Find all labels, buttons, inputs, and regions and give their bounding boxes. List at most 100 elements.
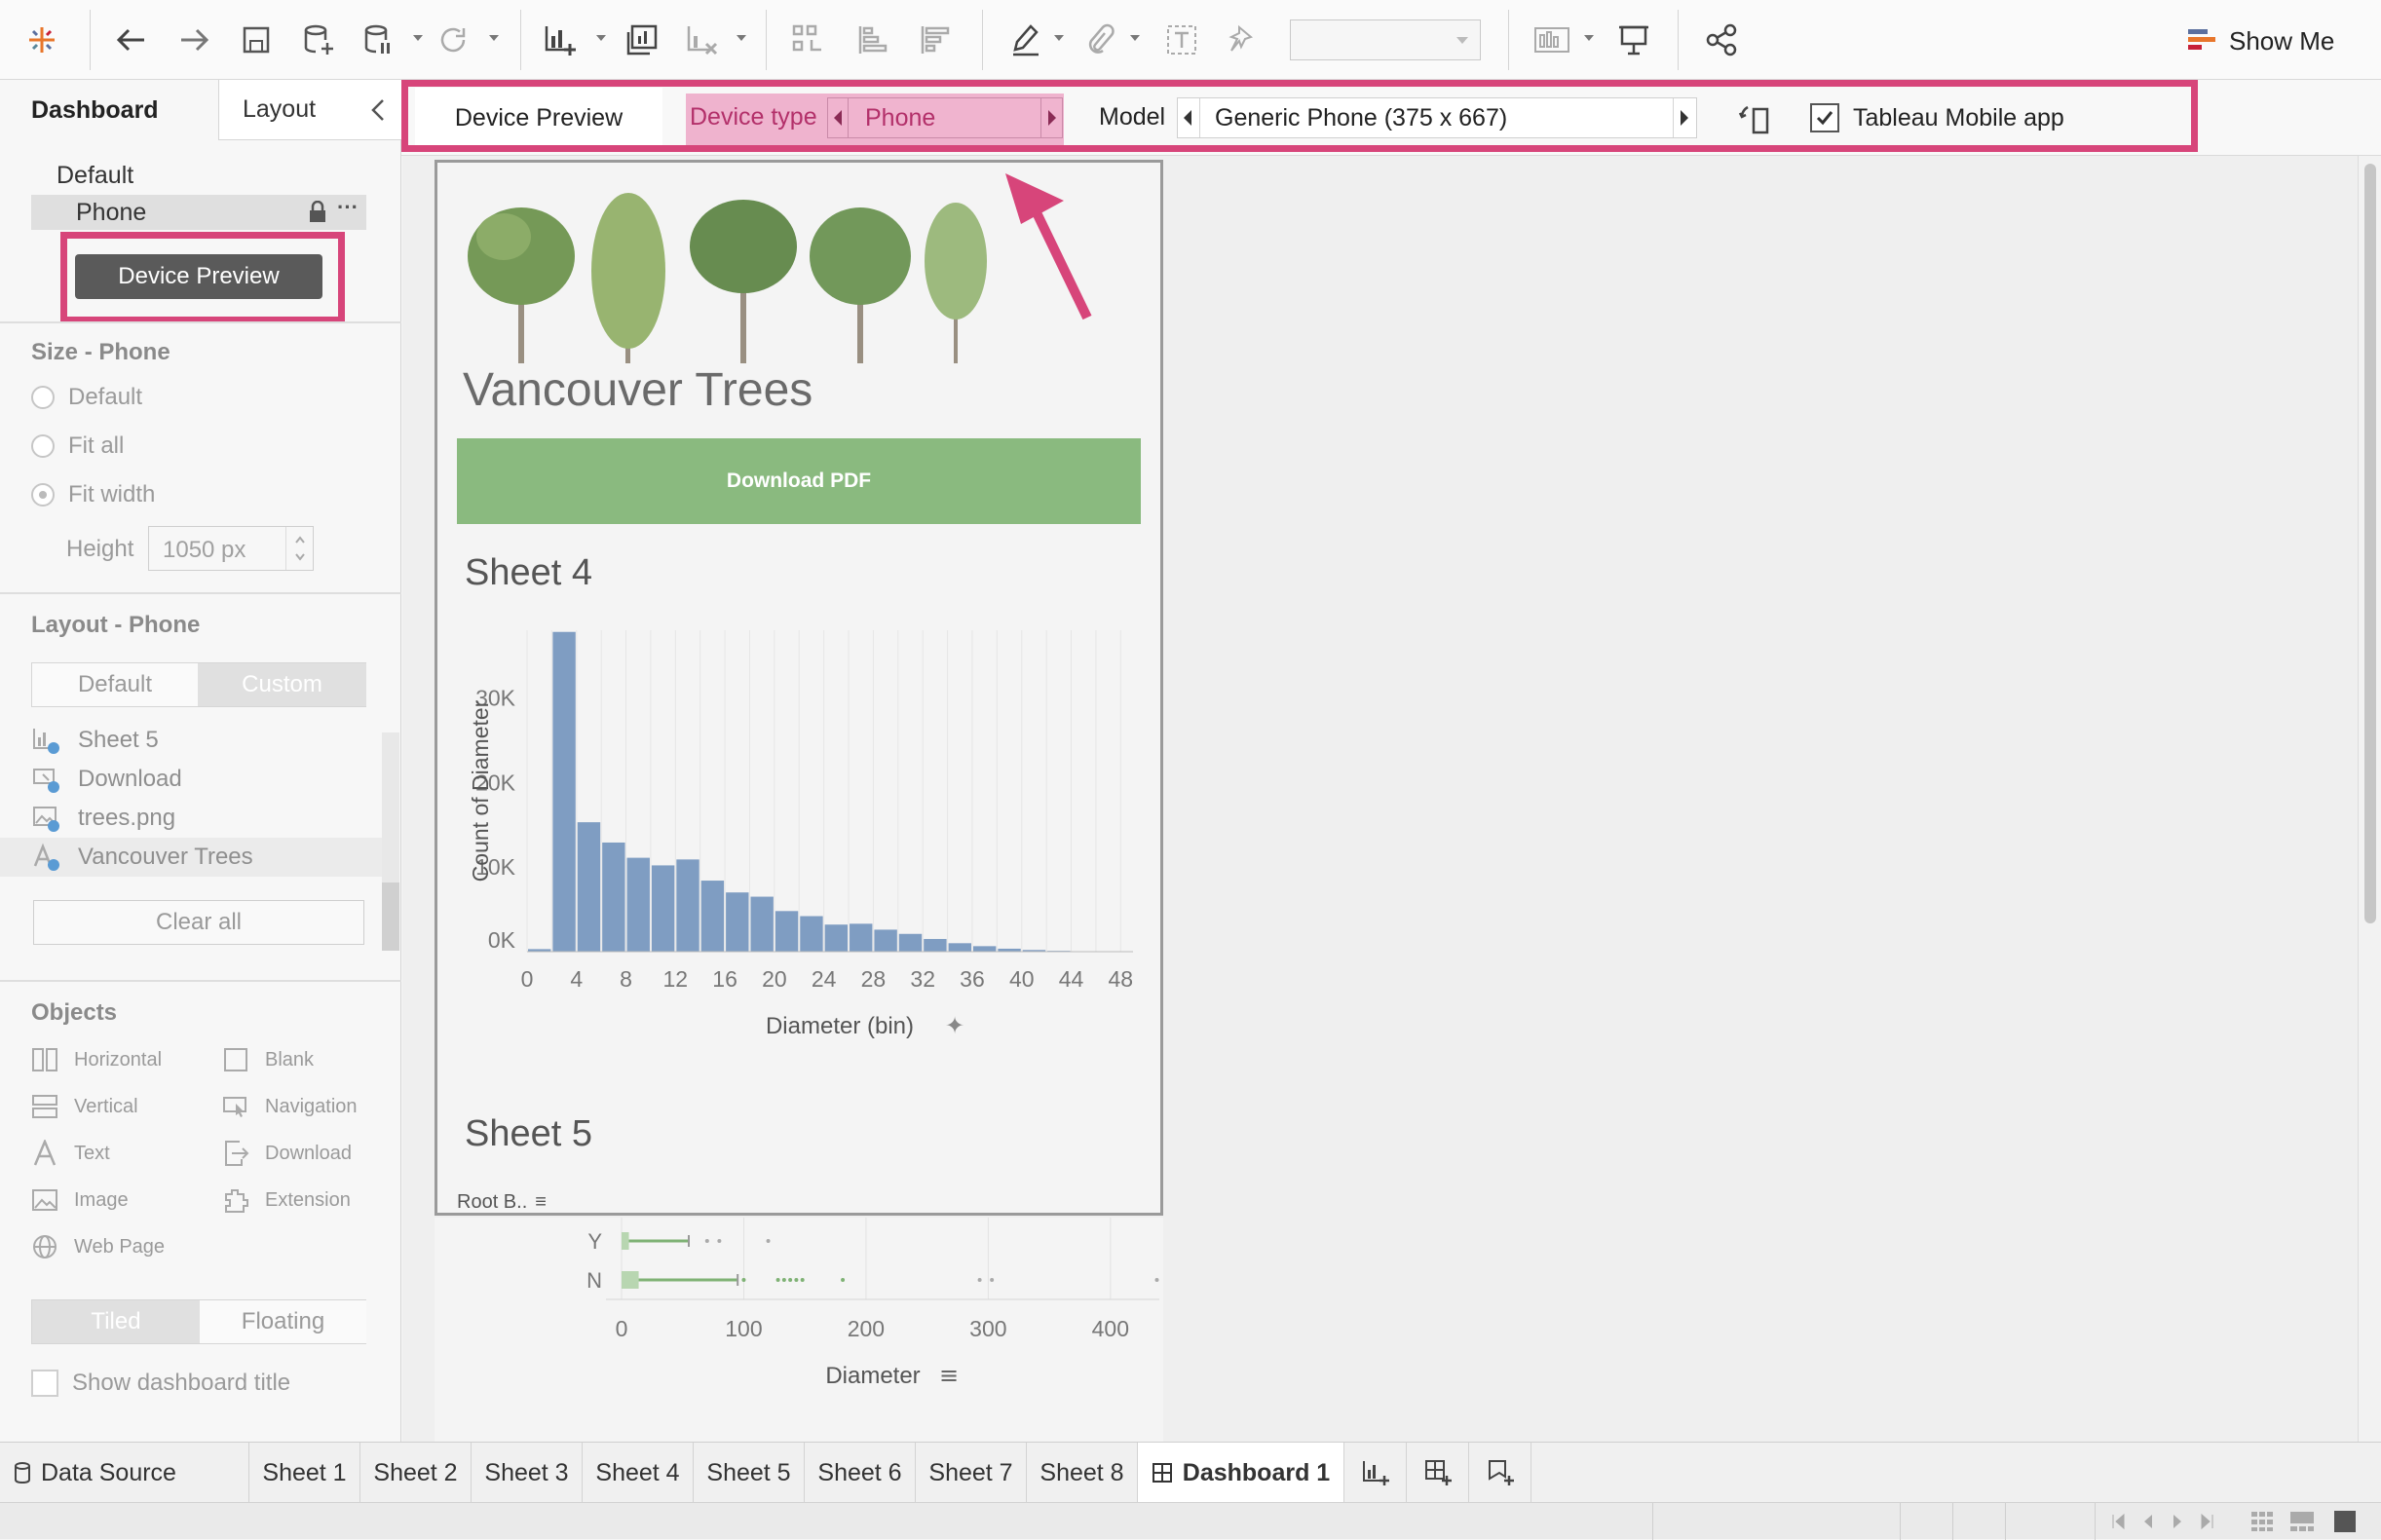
pause-updates-icon[interactable] [357,18,401,62]
save-icon[interactable] [234,18,279,62]
labels-icon[interactable] [1159,18,1204,62]
tableau-logo-icon[interactable] [19,18,64,62]
layout-item-vancouver-trees[interactable]: Vancouver Trees [31,838,253,877]
sort-ascending-icon[interactable] [850,18,894,62]
object-image[interactable]: Image [31,1186,129,1214]
sheet-sorter-icon[interactable] [2250,1511,2274,1532]
x-axis-title: Diameter [825,1363,920,1389]
clear-sheet-icon[interactable] [680,18,725,62]
tab-sheet-2[interactable]: Sheet 2 [360,1443,472,1503]
outlier-point [841,1278,845,1282]
layout-custom-button[interactable]: Custom [198,663,366,706]
layout-item-sheet5[interactable]: Sheet 5 [31,721,159,760]
tiled-button[interactable]: Tiled [32,1300,200,1343]
tabs-view-icon[interactable] [2334,1511,2356,1532]
previous-sheet-icon[interactable] [2141,1513,2155,1530]
new-dashboard-tab-icon[interactable] [1407,1443,1469,1503]
group-icon[interactable] [1077,18,1122,62]
tab-sheet-5[interactable]: Sheet 5 [694,1443,805,1503]
canvas-scrollbar[interactable] [2358,156,2381,1442]
device-preview-button[interactable]: Device Preview [75,254,322,299]
object-vertical[interactable]: Vertical [31,1093,138,1120]
tab-data-source[interactable]: Data Source [0,1443,249,1503]
object-navigation[interactable]: Navigation [222,1093,358,1120]
object-horizontal[interactable]: Horizontal [31,1046,162,1073]
outlier-point [788,1278,792,1282]
histogram-bar [552,632,575,952]
sort-icon: ≡ [939,1362,959,1389]
fix-axes-icon[interactable] [1220,18,1265,62]
height-input[interactable]: 1050 px [148,526,314,571]
font-size-combo[interactable] [1290,19,1481,60]
size-option-fit-all[interactable]: Fit all [31,432,124,460]
histogram-chart: 048121620242832364044480K10K20K30KCount … [437,620,1162,1049]
download-pdf-button[interactable]: Download PDF [457,438,1141,524]
layout-default-button[interactable]: Default [32,663,198,706]
clear-all-button[interactable]: Clear all [33,900,364,945]
tab-dashboard-1[interactable]: Dashboard 1 [1138,1443,1344,1503]
presentation-icon[interactable] [1611,18,1656,62]
tab-sheet-1[interactable]: Sheet 1 [249,1443,360,1503]
new-datasource-icon[interactable] [296,18,341,62]
layout-item-download[interactable]: Download [31,760,182,799]
redo-icon[interactable] [171,18,216,62]
layout-item-trees-png[interactable]: trees.png [31,799,175,838]
x-tick-label: 32 [910,966,935,992]
x-tick-label: 24 [812,966,837,992]
download-pdf-label: Download PDF [727,470,871,493]
object-extension[interactable]: Extension [222,1186,351,1214]
show-title-checkbox[interactable]: Show dashboard title [31,1370,290,1397]
object-label: Extension [265,1189,351,1212]
outlier-point [794,1278,798,1282]
tab-sheet-6[interactable]: Sheet 6 [805,1443,916,1503]
filmstrip-icon[interactable] [2289,1511,2315,1532]
tab-sheet-3[interactable]: Sheet 3 [472,1443,583,1503]
highlight-icon[interactable] [1003,18,1048,62]
height-stepper[interactable] [285,527,314,570]
size-option-fit-width[interactable]: Fit width [31,481,155,508]
last-sheet-icon[interactable] [2200,1513,2215,1530]
sort-descending-icon[interactable] [912,18,957,62]
histogram-bar [726,892,748,952]
y-axis-title: Count of Diameter [468,699,493,882]
new-story-tab-icon[interactable] [1469,1443,1531,1503]
undo-icon[interactable] [109,18,154,62]
layout-item-label: trees.png [78,805,175,832]
layout-list-scrollbar[interactable] [382,732,399,951]
new-worksheet-icon[interactable] [538,18,583,62]
device-phone-row[interactable]: Phone ··· [31,195,366,230]
fit-icon[interactable] [1530,18,1574,62]
duplicate-sheet-icon[interactable] [620,18,664,62]
tab-label: Sheet 3 [484,1459,568,1487]
x-tick-label: 48 [1109,966,1134,992]
collapse-panel-icon[interactable] [370,97,386,123]
boxplot-chart: YN0100200300400Diameter≡ [435,1218,1163,1442]
first-sheet-icon[interactable] [2110,1513,2126,1530]
checkbox[interactable] [31,1370,58,1397]
new-worksheet-tab-icon[interactable] [1344,1443,1407,1503]
tab-sheet-4[interactable]: Sheet 4 [583,1443,694,1503]
object-download[interactable]: Download [222,1140,352,1167]
object-blank[interactable]: Blank [222,1046,314,1073]
share-icon[interactable] [1699,18,1744,62]
sheet5-title: Sheet 5 [465,1113,592,1155]
x-tick-label: 16 [712,966,737,992]
device-default-label[interactable]: Default [57,162,133,190]
size-option-default[interactable]: Default [31,384,142,411]
refresh-icon[interactable] [431,18,475,62]
box-rect [622,1271,639,1289]
sort-icon[interactable]: ≡ [535,1191,547,1214]
tab-sheet-8[interactable]: Sheet 8 [1027,1443,1138,1503]
annotation-arrow-icon [994,166,1111,321]
object-web-page[interactable]: Web Page [31,1233,165,1260]
next-sheet-icon[interactable] [2171,1513,2184,1530]
tab-dashboard[interactable]: Dashboard [0,80,218,140]
swap-icon[interactable] [785,18,830,62]
lock-icon[interactable] [308,201,327,224]
more-options-icon[interactable]: ··· [337,195,359,220]
object-text[interactable]: Text [31,1140,110,1167]
show-me-button[interactable]: Show Me [2188,21,2334,60]
download-icon [222,1140,249,1167]
tab-sheet-7[interactable]: Sheet 7 [916,1443,1027,1503]
floating-button[interactable]: Floating [200,1300,366,1343]
